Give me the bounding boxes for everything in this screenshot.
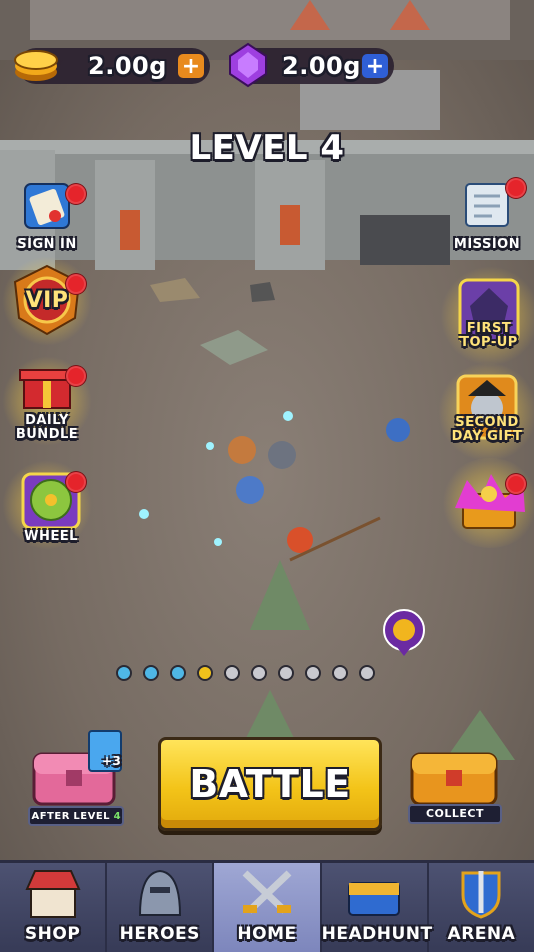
vip-button[interactable]: VIP	[2, 256, 92, 346]
nav-heroes-label: HEROES	[119, 924, 200, 944]
locked-chest-button[interactable]: +3 AFTER LEVEL 4	[26, 730, 126, 826]
notification-dot	[66, 366, 86, 386]
sign-in-button[interactable]: SIGN IN	[2, 178, 92, 252]
collect-chest-button[interactable]: COLLECT	[404, 734, 504, 826]
gem-counter[interactable]: 2.00g +	[229, 42, 394, 88]
progress-dot	[359, 665, 375, 681]
nav-shop[interactable]: SHOP	[0, 863, 108, 952]
gold-add-button[interactable]: +	[178, 54, 204, 79]
gem-add-button[interactable]: +	[362, 54, 388, 79]
chest-icon	[348, 882, 401, 916]
progress-dot	[224, 665, 240, 681]
progress-dot	[170, 665, 186, 681]
mission-label: MISSION	[453, 237, 521, 252]
wheel-button[interactable]: WHEEL	[2, 460, 96, 550]
shop-icon	[25, 870, 81, 918]
sword-shield-icon	[461, 871, 501, 919]
nav-shop-label: SHOP	[24, 924, 81, 944]
progress-dot	[278, 665, 294, 681]
notification-dot	[66, 274, 86, 294]
progress-dot	[332, 665, 348, 681]
nav-home-label: HOME	[237, 924, 297, 944]
nav-headhunt[interactable]: HEADHUNT	[321, 863, 433, 952]
nav-arena-label: ARENA	[447, 924, 516, 944]
sign-in-label: SIGN IN	[17, 237, 77, 252]
bottom-nav: SHOP HEROES HOME HEADHUNT ARENA	[0, 860, 534, 952]
purple-gem-icon	[229, 42, 267, 88]
game-scene: 2.00g + 2.00g + LEVEL 4 SIGN IN VIP DAIL…	[0, 0, 534, 860]
gem-amount: 2.00g	[282, 52, 361, 80]
nav-arena[interactable]: ARENA	[429, 863, 534, 952]
collect-label: COLLECT	[408, 804, 502, 824]
chest-unlock-label: AFTER LEVEL 4	[28, 806, 124, 826]
notification-dot	[506, 474, 526, 494]
battle-button[interactable]: BATTLE	[158, 737, 382, 831]
daily-bundle-button[interactable]: DAILY BUNDLE	[2, 356, 92, 446]
notification-dot	[66, 184, 86, 204]
nav-headhunt-label: HEADHUNT	[321, 924, 433, 944]
daily-bundle-label: DAILY BUNDLE	[15, 413, 79, 442]
progress-dot	[116, 665, 132, 681]
mission-button[interactable]: MISSION	[442, 178, 532, 252]
second-day-gift-button[interactable]: SECOND DAY GIFT	[438, 362, 534, 462]
progress-dot	[197, 665, 213, 681]
level-title: LEVEL 4	[189, 128, 345, 168]
helmet-icon	[138, 869, 181, 916]
gold-coin-icon	[14, 50, 58, 81]
nav-heroes[interactable]: HEROES	[107, 863, 215, 952]
nav-home[interactable]: HOME	[214, 863, 322, 952]
second-day-gift-label: SECOND DAY GIFT	[451, 415, 523, 444]
progress-dot	[143, 665, 159, 681]
progress-dot	[251, 665, 267, 681]
card-badge-count: +3	[102, 754, 122, 768]
first-top-up-button[interactable]: FIRST TOP-UP	[440, 266, 534, 366]
progress-dot	[305, 665, 321, 681]
wheel-label: WHEEL	[24, 529, 78, 544]
gold-amount: 2.00g	[88, 52, 167, 80]
gold-chest-icon	[410, 752, 498, 806]
first-top-up-label: FIRST TOP-UP	[460, 321, 518, 350]
crossed-swords-icon	[242, 870, 292, 914]
gold-counter[interactable]: 2.00g +	[14, 48, 210, 84]
level-progress-dots	[116, 665, 375, 681]
treasure-button[interactable]	[440, 458, 534, 548]
notification-dot	[506, 178, 526, 198]
notification-dot	[66, 472, 86, 492]
